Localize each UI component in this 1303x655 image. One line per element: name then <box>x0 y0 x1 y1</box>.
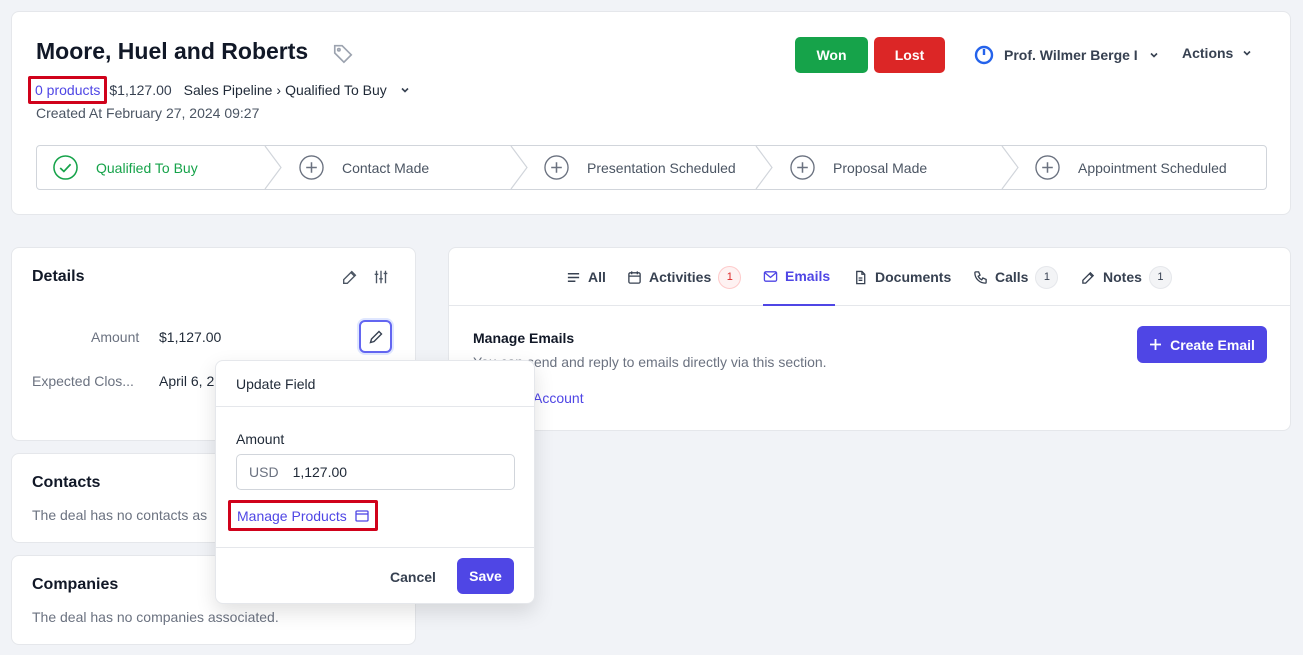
mail-icon <box>763 270 778 282</box>
calls-count-badge: 1 <box>1035 265 1059 289</box>
cancel-button[interactable]: Cancel <box>390 569 436 585</box>
chevron-down-icon <box>1243 50 1251 56</box>
manage-products-label: Manage Products <box>237 507 347 524</box>
window-icon <box>355 509 369 522</box>
tab-emails[interactable]: Emails <box>763 248 835 306</box>
stage-item-contact-made[interactable]: Contact Made <box>299 146 429 189</box>
pipeline-name: Sales Pipeline <box>183 82 273 98</box>
edit-icon[interactable] <box>341 268 359 286</box>
tab-label: Activities <box>649 269 712 285</box>
create-email-label: Create Email <box>1170 336 1255 353</box>
tab-label: Documents <box>875 269 952 285</box>
popover-footer: Cancel Save <box>216 547 534 603</box>
stage-item-proposal-made[interactable]: Proposal Made <box>790 146 927 189</box>
plus-circle-icon <box>1035 155 1060 180</box>
update-field-popover: Update Field Amount USD 1,127.00 Manage … <box>215 360 535 604</box>
stage-separator <box>510 146 528 189</box>
popover-header: Update Field <box>216 361 534 407</box>
plus-icon <box>1150 339 1162 350</box>
contacts-empty-text: The deal has no contacts as <box>32 507 208 523</box>
pencil-icon <box>368 330 382 344</box>
sliders-icon[interactable] <box>372 268 390 286</box>
activity-tabs: All Activities 1 Emails Documents Calls … <box>449 248 1290 306</box>
activities-count-badge: 1 <box>718 265 742 289</box>
chevron-down-icon <box>401 87 409 93</box>
owner-selector[interactable]: Prof. Wilmer Berge I <box>974 45 1160 65</box>
save-button[interactable]: Save <box>457 558 514 594</box>
plus-circle-icon <box>790 155 815 180</box>
power-icon <box>974 45 994 65</box>
stage-label: Proposal Made <box>833 159 928 176</box>
expected-close-label: Expected Clos... <box>32 373 134 389</box>
tab-calls[interactable]: Calls 1 <box>973 248 1059 306</box>
notes-count-badge: 1 <box>1148 265 1172 289</box>
amount-field-label: Amount <box>236 431 285 447</box>
activity-card: All Activities 1 Emails Documents Calls … <box>448 247 1291 431</box>
chevron-right-icon: › <box>276 82 282 98</box>
document-icon <box>856 270 866 284</box>
lost-button[interactable]: Lost <box>874 37 945 73</box>
chevron-down-icon <box>1150 52 1158 58</box>
currency-prefix: USD <box>249 464 279 480</box>
deal-meta: 0 products $1,127.00 Sales Pipeline › Qu… <box>28 76 411 104</box>
note-icon <box>1082 271 1095 284</box>
won-button[interactable]: Won <box>795 37 868 73</box>
stage-label: Qualified To Buy <box>96 159 198 176</box>
tab-label: All <box>588 269 606 285</box>
tab-activities[interactable]: Activities 1 <box>627 248 742 306</box>
actions-label: Actions <box>1182 45 1234 61</box>
companies-empty-text: The deal has no companies associated. <box>32 609 279 625</box>
connect-account-link[interactable]: Account <box>533 390 584 406</box>
deal-amount: $1,127.00 <box>109 82 172 98</box>
tab-documents[interactable]: Documents <box>853 248 951 306</box>
expected-close-value: April 6, 2 <box>159 373 215 389</box>
products-link[interactable]: 0 products <box>28 76 108 104</box>
stage-progress: Qualified To Buy Contact Made Presentati… <box>36 145 1267 190</box>
tab-label: Emails <box>785 268 831 284</box>
edit-amount-button[interactable] <box>359 320 392 353</box>
tab-all[interactable]: All <box>566 248 606 306</box>
stage-label: Presentation Scheduled <box>587 159 736 176</box>
tab-label: Calls <box>995 269 1029 285</box>
amount-input[interactable]: USD 1,127.00 <box>236 454 515 490</box>
stage-separator <box>755 146 773 189</box>
deal-title: Moore, Huel and Roberts <box>36 38 309 64</box>
phone-icon <box>974 270 987 284</box>
tag-icon[interactable] <box>332 42 354 64</box>
amount-input-value: 1,127.00 <box>292 464 348 480</box>
popover-title: Update Field <box>236 376 316 392</box>
details-title: Details <box>32 268 85 285</box>
tab-label: Notes <box>1103 269 1142 285</box>
actions-menu[interactable]: Actions <box>1182 45 1253 61</box>
plus-circle-icon <box>544 155 569 180</box>
deal-header-card: Moore, Huel and Roberts 0 products $1,12… <box>11 11 1291 215</box>
check-circle-icon <box>53 155 78 180</box>
contacts-title: Contacts <box>32 474 101 491</box>
owner-name: Prof. Wilmer Berge I <box>1004 47 1138 63</box>
pipeline-stage-selector[interactable]: Sales Pipeline › Qualified To Buy <box>184 82 411 98</box>
manage-emails-title: Manage Emails <box>473 330 575 346</box>
stage-item-appointment-scheduled[interactable]: Appointment Scheduled <box>1035 146 1227 189</box>
tab-notes[interactable]: Notes 1 <box>1081 248 1172 306</box>
create-email-button[interactable]: Create Email <box>1137 326 1267 363</box>
amount-label: Amount <box>91 329 140 345</box>
stage-name: Qualified To Buy <box>285 82 387 98</box>
amount-value: $1,127.00 <box>159 329 222 345</box>
plus-circle-icon <box>299 155 324 180</box>
calendar-icon <box>628 270 641 284</box>
list-icon <box>567 272 580 282</box>
stage-label: Contact Made <box>342 159 430 176</box>
manage-products-link[interactable]: Manage Products <box>228 500 378 531</box>
stage-label: Appointment Scheduled <box>1078 159 1227 176</box>
stage-separator <box>264 146 282 189</box>
stage-separator <box>1001 146 1019 189</box>
stage-item-presentation-scheduled[interactable]: Presentation Scheduled <box>544 146 736 189</box>
created-at: Created At February 27, 2024 09:27 <box>36 105 260 121</box>
stage-item-qualified-to-buy[interactable]: Qualified To Buy <box>53 146 198 189</box>
companies-title: Companies <box>32 576 119 593</box>
